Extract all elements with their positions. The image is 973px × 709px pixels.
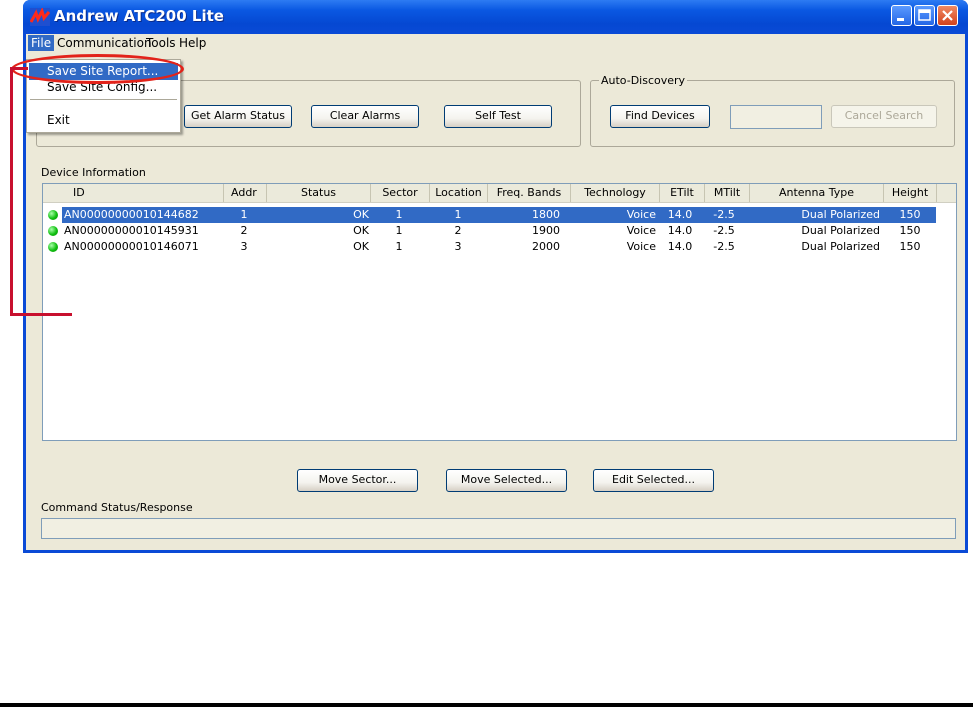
minimize-icon bbox=[897, 18, 904, 21]
annotation-bracket-top bbox=[10, 67, 28, 70]
cell-etilt: 14.0 bbox=[667, 240, 693, 253]
col-etilt[interactable]: ETilt bbox=[660, 184, 705, 202]
col-height[interactable]: Height bbox=[884, 184, 937, 202]
cell-status: OK bbox=[353, 208, 369, 221]
andrew-logo-icon bbox=[30, 8, 50, 26]
maximize-icon bbox=[918, 9, 931, 21]
cell-id: AN00000000010144682 bbox=[64, 208, 199, 221]
device-list[interactable]: ID Addr Status Sector Location Freq. Ban… bbox=[42, 183, 957, 441]
move-selected-button[interactable]: Move Selected... bbox=[446, 469, 567, 492]
move-sector-button[interactable]: Move Sector... bbox=[297, 469, 418, 492]
cell-mtilt: -2.5 bbox=[713, 224, 735, 237]
status-ok-icon bbox=[48, 226, 58, 236]
cell-etilt: 14.0 bbox=[667, 208, 693, 221]
discovery-progress-field bbox=[730, 105, 822, 129]
cell-antenna: Dual Polarized bbox=[801, 240, 880, 253]
col-addr[interactable]: Addr bbox=[224, 184, 267, 202]
command-status-field bbox=[41, 518, 956, 539]
cell-addr: 1 bbox=[240, 208, 248, 221]
table-row[interactable]: AN00000000010146071 3 OK 1 3 2000 Voice 14.0 -2.… bbox=[43, 239, 936, 255]
self-test-button[interactable]: Self Test bbox=[444, 105, 552, 128]
cell-tech: Voice bbox=[626, 224, 656, 237]
menu-exit[interactable]: Exit bbox=[29, 112, 178, 129]
cell-freq: 1900 bbox=[532, 224, 560, 237]
menu-tools[interactable]: Tools bbox=[143, 35, 179, 51]
col-id[interactable]: ID bbox=[43, 184, 224, 202]
cell-antenna: Dual Polarized bbox=[801, 208, 880, 221]
menu-bar: File Communication Tools Help bbox=[26, 34, 965, 52]
col-mtilt[interactable]: MTilt bbox=[705, 184, 750, 202]
cell-location: 2 bbox=[454, 224, 462, 237]
cell-etilt: 14.0 bbox=[667, 224, 693, 237]
get-alarm-status-button[interactable]: Get Alarm Status bbox=[184, 105, 292, 128]
find-devices-button[interactable]: Find Devices bbox=[610, 105, 710, 128]
status-ok-icon bbox=[48, 210, 58, 220]
cell-addr: 3 bbox=[240, 240, 248, 253]
cell-mtilt: -2.5 bbox=[713, 208, 735, 221]
cell-sector: 1 bbox=[395, 224, 403, 237]
annotation-bracket-bottom bbox=[10, 313, 72, 316]
cell-sector: 1 bbox=[395, 240, 403, 253]
device-list-header: ID Addr Status Sector Location Freq. Ban… bbox=[43, 184, 956, 203]
menu-communication[interactable]: Communication bbox=[54, 35, 155, 51]
cell-tech: Voice bbox=[626, 240, 656, 253]
cell-freq: 2000 bbox=[532, 240, 560, 253]
minimize-button[interactable] bbox=[891, 5, 912, 26]
col-technology[interactable]: Technology bbox=[571, 184, 660, 202]
auto-discovery-label: Auto-Discovery bbox=[599, 74, 688, 87]
menu-help[interactable]: Help bbox=[176, 35, 209, 51]
col-sector[interactable]: Sector bbox=[371, 184, 430, 202]
table-row[interactable]: AN00000000010145931 2 OK 1 2 1900 Voice 14.0 -2.… bbox=[43, 223, 936, 239]
cell-status: OK bbox=[353, 224, 369, 237]
cell-freq: 1800 bbox=[532, 208, 560, 221]
cell-antenna: Dual Polarized bbox=[801, 224, 880, 237]
annotation-bracket bbox=[10, 67, 13, 316]
cell-height: 150 bbox=[899, 240, 921, 253]
col-status[interactable]: Status bbox=[267, 184, 371, 202]
edit-selected-button[interactable]: Edit Selected... bbox=[593, 469, 714, 492]
clear-alarms-button[interactable]: Clear Alarms bbox=[311, 105, 419, 128]
command-status-label: Command Status/Response bbox=[41, 501, 193, 514]
cell-id: AN00000000010145931 bbox=[64, 224, 199, 237]
cell-id: AN00000000010146071 bbox=[64, 240, 199, 253]
menu-file[interactable]: File bbox=[28, 35, 55, 51]
cell-location: 3 bbox=[454, 240, 462, 253]
device-information-label: Device Information bbox=[41, 166, 146, 179]
cell-sector: 1 bbox=[395, 208, 403, 221]
cell-height: 150 bbox=[899, 224, 921, 237]
window-title: Andrew ATC200 Lite bbox=[54, 7, 224, 25]
cell-mtilt: -2.5 bbox=[713, 240, 735, 253]
annotation-ellipse bbox=[11, 54, 184, 84]
title-bar[interactable]: Andrew ATC200 Lite bbox=[23, 0, 968, 34]
cell-height: 150 bbox=[899, 208, 921, 221]
col-location[interactable]: Location bbox=[430, 184, 488, 202]
cell-addr: 2 bbox=[240, 224, 248, 237]
table-row[interactable]: AN00000000010144682 1 OK 1 1 1800 Voice 14.0 -2.… bbox=[43, 207, 936, 223]
cancel-search-button[interactable]: Cancel Search bbox=[831, 105, 937, 128]
bottom-rule bbox=[0, 703, 973, 707]
cell-tech: Voice bbox=[626, 208, 656, 221]
menu-separator bbox=[30, 99, 177, 100]
close-icon bbox=[942, 10, 953, 21]
maximize-button[interactable] bbox=[914, 5, 935, 26]
cell-location: 1 bbox=[454, 208, 462, 221]
col-antenna-type[interactable]: Antenna Type bbox=[750, 184, 884, 202]
cell-status: OK bbox=[353, 240, 369, 253]
status-ok-icon bbox=[48, 242, 58, 252]
col-freq-bands[interactable]: Freq. Bands bbox=[488, 184, 571, 202]
close-button[interactable] bbox=[937, 5, 958, 26]
